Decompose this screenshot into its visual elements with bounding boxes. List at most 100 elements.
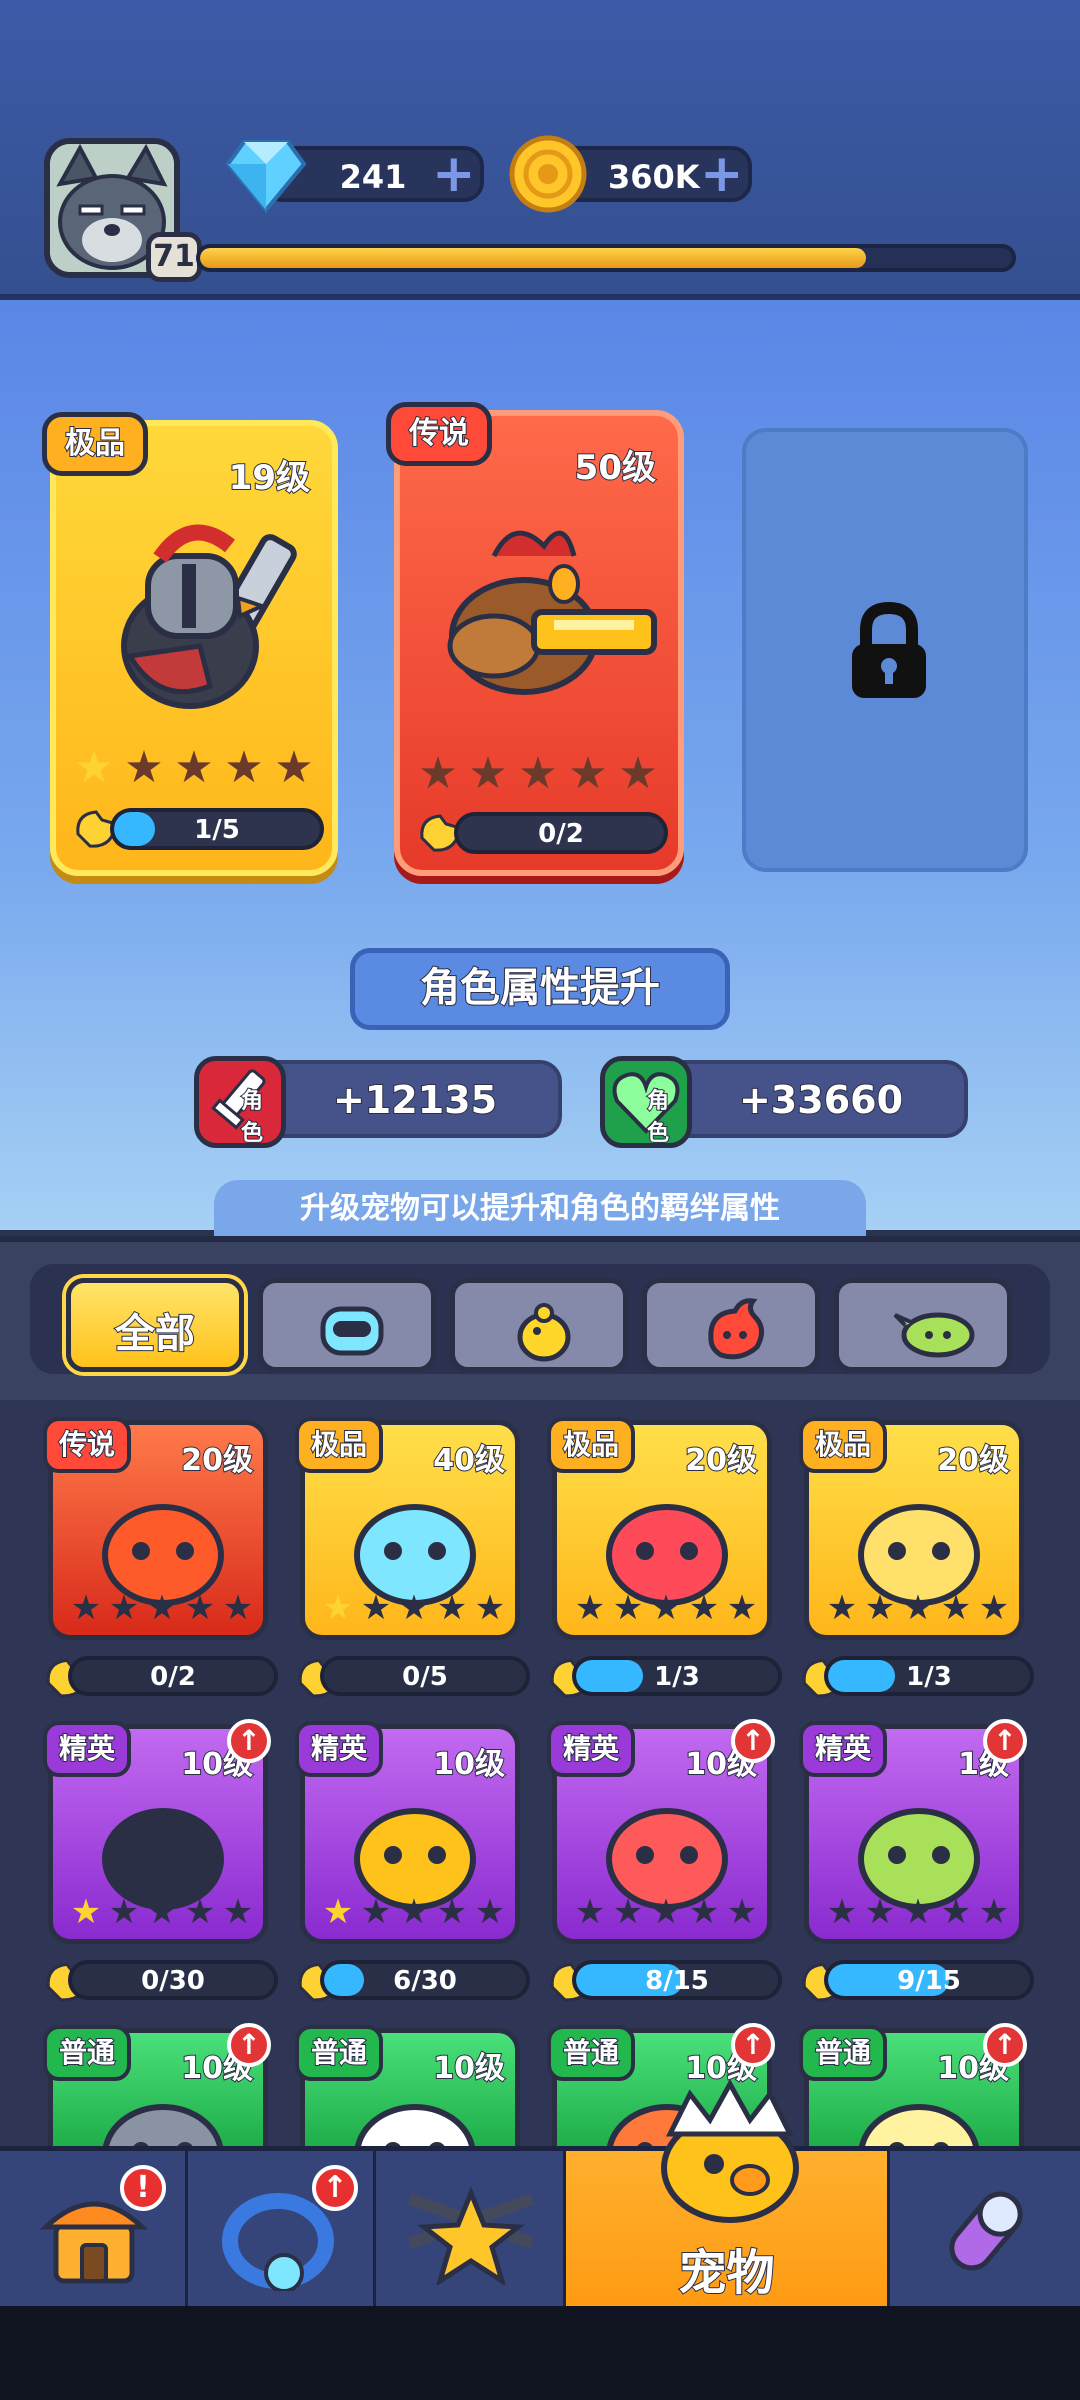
star-icon: ★ <box>108 1892 140 1932</box>
pet-rarity-tag: 精英 <box>799 1721 888 1777</box>
robot-icon <box>320 1306 384 1356</box>
star-icon: ★ <box>864 1588 896 1628</box>
pet-shard-progress: 9/15 <box>824 1960 1034 2000</box>
pet-stars: ★ ★ ★ ★ ★ <box>573 1895 759 1929</box>
pet-card[interactable]: 精英 1级 ↑ ★ ★ ★ ★ ★ <box>799 1719 1027 1944</box>
filter-tab-robot[interactable] <box>258 1278 436 1372</box>
star-icon: ★ <box>726 1892 758 1932</box>
locked-hero-slot[interactable] <box>742 428 1028 872</box>
attribute-bonus-title: 角色属性提升 <box>350 948 730 1030</box>
star-icon: ★ <box>146 1588 178 1628</box>
pet-shard-progress: 6/30 <box>320 1960 530 2000</box>
hero-stars: ★ ★ ★ ★ ★ <box>72 746 316 790</box>
star-icon: ★ <box>826 1892 858 1932</box>
equipment-upgrade-badge: ↑ <box>312 2165 358 2211</box>
nav-equipment[interactable]: ↑ <box>188 2151 376 2311</box>
upgrade-arrow-icon: ↑ <box>227 1719 271 1763</box>
star-battle-icon <box>407 2186 535 2285</box>
star-icon: ★ <box>940 1588 972 1628</box>
pet-card[interactable]: 极品 40级 ★ ★ ★ ★ ★ <box>295 1417 520 1640</box>
pet-shard-progress: 0/5 <box>320 1656 530 1696</box>
nav-shop[interactable]: ! <box>0 2151 188 2311</box>
hero-shard-text: 0/2 <box>538 819 584 849</box>
pet-rarity-tag: 极品 <box>547 1417 636 1473</box>
attack-bonus-value: +12135 <box>332 1077 498 1123</box>
filter-tab-all-label: 全部 <box>114 1310 196 1358</box>
star-icon: ★ <box>612 1892 644 1932</box>
pet-card[interactable]: 极品 20级 ★ ★ ★ ★ ★ <box>799 1417 1024 1640</box>
star-icon: ★ <box>70 1588 102 1628</box>
star-icon: ★ <box>398 1892 430 1932</box>
shop-alert-badge: ! <box>120 2165 166 2211</box>
hero-stars: ★ ★ ★ ★ ★ <box>416 752 660 796</box>
hero-card-knight[interactable]: 极品 19级 ★ ★ ★ ★ ★ 1/5 <box>42 412 338 876</box>
nav-items[interactable] <box>890 2151 1080 2311</box>
plant-icon <box>893 1312 975 1358</box>
upgrade-arrow-icon: ↑ <box>731 2023 775 2067</box>
filter-tab-plant[interactable] <box>834 1278 1012 1372</box>
xp-progress-bar <box>196 244 1016 272</box>
chick-icon <box>517 1303 571 1362</box>
pet-level: 10级 <box>432 1746 506 1783</box>
add-gold-button[interactable]: + <box>700 148 744 200</box>
star-icon: ★ <box>826 1588 858 1628</box>
pet-shard-text: 1/3 <box>906 1662 952 1692</box>
star-icon: ★ <box>518 748 558 799</box>
star-icon: ★ <box>688 1588 720 1628</box>
knight-chicken-icon <box>121 524 297 709</box>
pet-portrait-icon <box>354 1504 476 1605</box>
pet-card[interactable]: 普通 10级 ↑ <box>799 2023 1027 2205</box>
pet-rarity-tag: 普通 <box>43 2025 132 2081</box>
lock-icon <box>852 602 926 698</box>
sword-icon: 角色 <box>194 1056 286 1148</box>
pet-filter-bar: 全部 <box>30 1264 1050 1374</box>
pet-shard-text: 6/30 <box>393 1966 457 1996</box>
star-icon: ★ <box>124 742 164 793</box>
pet-stars: ★ ★ ★ ★ ★ <box>321 1591 507 1625</box>
star-icon: ★ <box>650 1892 682 1932</box>
pet-card[interactable]: 精英 10级 ↑ ★ ★ ★ ★ ★ <box>43 1719 271 1944</box>
gem-counter: 241 + <box>225 140 484 214</box>
hero-card-gunner[interactable]: 传说 50级 ★ ★ ★ ★ ★ 0/2 <box>386 402 684 876</box>
pet-card[interactable]: 普通 10级 <box>295 2025 520 2205</box>
attack-bonus-sub: 角色 <box>240 1088 264 1147</box>
pet-level: 20级 <box>180 1442 254 1479</box>
pet-shard-text: 1/3 <box>654 1662 700 1692</box>
filter-tab-chick[interactable] <box>450 1278 628 1372</box>
star-icon: ★ <box>474 1892 506 1932</box>
pet-stars: ★ ★ ★ ★ ★ <box>825 1895 1011 1929</box>
star-icon: ★ <box>688 1892 720 1932</box>
xp-progress-fill <box>200 248 866 268</box>
pet-stars: ★ ★ ★ ★ ★ <box>69 1591 255 1625</box>
hero-shard-progress: 0/2 <box>454 812 668 854</box>
pet-rarity-tag: 普通 <box>295 2025 384 2081</box>
star-icon: ★ <box>612 1588 644 1628</box>
star-icon: ★ <box>940 1892 972 1932</box>
star-icon: ★ <box>436 1892 468 1932</box>
star-icon: ★ <box>222 1588 254 1628</box>
add-gems-button[interactable]: + <box>432 148 476 200</box>
pet-card[interactable]: 传说 20级 ★ ★ ★ ★ ★ <box>43 1417 268 1640</box>
bond-hint-text: 升级宠物可以提升和角色的羁绊属性 <box>214 1180 866 1238</box>
pet-shard-text: 8/15 <box>645 1966 709 1996</box>
gunner-chicken-icon <box>447 530 657 695</box>
pet-rarity-tag: 精英 <box>547 1721 636 1777</box>
heart-icon: 角色 <box>600 1056 692 1148</box>
nav-battle[interactable] <box>376 2151 566 2311</box>
pet-card[interactable]: 精英 10级 ↑ ★ ★ ★ ★ ★ <box>547 1719 775 1944</box>
pet-portrait-icon <box>606 1808 728 1909</box>
pet-shard-progress: 0/2 <box>68 1656 278 1696</box>
pet-portrait-icon <box>858 1504 980 1605</box>
filter-tab-fire[interactable] <box>642 1278 820 1372</box>
pet-portrait-icon <box>354 1808 476 1909</box>
pet-card[interactable]: 普通 10级 ↑ <box>43 2023 271 2205</box>
star-icon: ★ <box>468 748 508 799</box>
gold-counter: 360K + <box>509 135 752 213</box>
pet-card[interactable]: 精英 10级 ★ ★ ★ ★ ★ <box>295 1721 520 1944</box>
pet-shard-progress: 1/3 <box>572 1656 782 1696</box>
star-icon: ★ <box>360 1588 392 1628</box>
pet-mascot-icon <box>661 2078 799 2223</box>
pet-card[interactable]: 极品 20级 ★ ★ ★ ★ ★ <box>547 1417 772 1640</box>
nav-pets-label: 宠物 <box>677 2244 775 2302</box>
filter-tab-all[interactable]: 全部 <box>66 1278 244 1372</box>
